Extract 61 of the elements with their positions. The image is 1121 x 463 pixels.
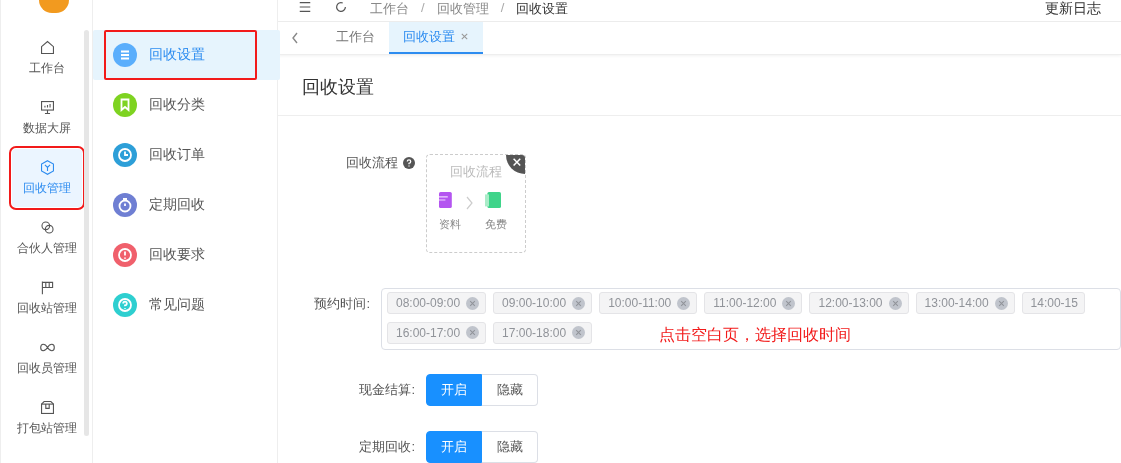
- time-tag: 09:00-10:00: [493, 292, 593, 314]
- nav-item[interactable]: 回收员管理: [12, 329, 82, 387]
- refresh-icon[interactable]: [334, 0, 348, 14]
- tab[interactable]: 工作台: [322, 21, 389, 54]
- remove-icon[interactable]: [572, 326, 586, 339]
- breadcrumb-link[interactable]: 回收设置: [516, 0, 569, 18]
- time-tag: 13:00-14:00: [915, 292, 1015, 314]
- close-icon[interactable]: [506, 155, 525, 174]
- page-title: 回收设置: [278, 55, 1121, 116]
- menu-item[interactable]: 定期回收: [93, 180, 277, 230]
- door-icon: [485, 189, 501, 211]
- box-icon: [38, 399, 56, 416]
- menu-item[interactable]: 回收分类: [93, 80, 277, 130]
- card-title: 回收流程: [449, 163, 503, 181]
- radio-button[interactable]: 隐藏: [482, 431, 538, 463]
- time-select-field[interactable]: 08:00-09:00 09:00-10:00 10:00-11:00 11:00-12:00 12:00-13:00 13:00-14:00 14:00-15 16:00-17:00 17:00-18:00 点击空白页，选择回收时间: [381, 288, 1121, 350]
- remove-icon[interactable]: [466, 326, 480, 339]
- nav-item[interactable]: 回收站管理: [12, 269, 82, 327]
- field-label: 回收流程: [346, 154, 398, 172]
- breadcrumb-separator: /: [421, 0, 425, 15]
- field-label: 现金结算:: [359, 381, 415, 399]
- field-label: 定期回收:: [359, 438, 415, 456]
- remove-icon[interactable]: [888, 296, 902, 310]
- nav-item[interactable]: 合伙人管理: [12, 209, 82, 267]
- radio-button[interactable]: 隐藏: [482, 374, 538, 406]
- remove-icon[interactable]: [677, 296, 691, 310]
- step-label: 资料: [439, 217, 461, 232]
- menu-item[interactable]: 回收要求: [93, 230, 277, 280]
- scrollbar[interactable]: [84, 30, 89, 436]
- remove-icon[interactable]: [782, 296, 796, 310]
- time-tag: 08:00-09:00: [387, 292, 487, 314]
- help-icon[interactable]: [403, 157, 415, 169]
- time-tag: 10:00-11:00: [599, 292, 698, 314]
- breadcrumb-link[interactable]: 回收管理: [436, 0, 489, 18]
- easel-chart-icon: [38, 99, 56, 116]
- time-tag: 12:00-13:00: [809, 292, 909, 314]
- nav-item[interactable]: 数据大屏: [12, 89, 82, 147]
- document-icon: [439, 189, 455, 211]
- nav-item[interactable]: 打包站管理: [12, 389, 82, 447]
- home-icon: [38, 39, 56, 56]
- linked-rings-icon: [38, 219, 56, 236]
- cube-icon: [38, 159, 56, 176]
- logo-icon: [39, 0, 69, 13]
- remove-icon[interactable]: [994, 296, 1008, 310]
- menu-icon[interactable]: [298, 0, 312, 14]
- breadcrumb-link[interactable]: 工作台: [370, 0, 409, 18]
- time-tag: 16:00-17:00: [387, 321, 487, 344]
- time-tag: 14:00-15: [1021, 292, 1085, 314]
- step-label: 免费: [485, 217, 507, 232]
- chevron-right-icon: [465, 194, 473, 211]
- menu-item[interactable]: 回收订单: [93, 130, 277, 180]
- time-tag: 11:00-12:00: [704, 292, 803, 314]
- changelog-link[interactable]: 更新日志: [1045, 0, 1101, 18]
- breadcrumb-separator: /: [500, 0, 505, 15]
- time-tag: 17:00-18:00: [493, 321, 593, 344]
- remove-icon[interactable]: [466, 296, 480, 310]
- menu-item[interactable]: 常见问题: [93, 280, 277, 330]
- remove-icon[interactable]: [572, 296, 586, 310]
- annotation-text: 点击空白页，选择回收时间: [659, 325, 852, 345]
- nav-item[interactable]: 工作台: [12, 29, 82, 87]
- field-label: 预约时间:: [314, 295, 370, 313]
